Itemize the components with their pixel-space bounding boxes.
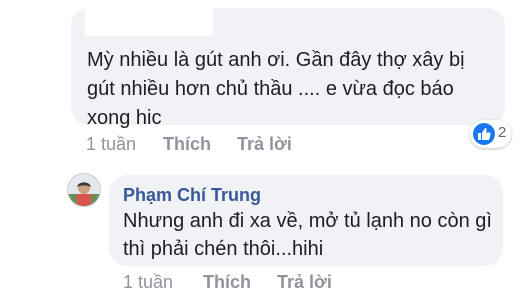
reaction-summary[interactable]: 2 bbox=[470, 120, 511, 148]
avatar-image bbox=[68, 174, 100, 206]
comment-timestamp[interactable]: 1 tuần bbox=[123, 272, 173, 293]
like-button[interactable]: Thích bbox=[203, 272, 251, 293]
comment-timestamp[interactable]: 1 tuần bbox=[86, 134, 136, 155]
comment-author[interactable]: Phạm Chí Trung bbox=[123, 185, 261, 206]
like-icon bbox=[473, 123, 495, 145]
comment-bubble: Mỳ nhiều là gút anh ơi. Gần đây thợ xây … bbox=[71, 8, 505, 129]
comment-bubble: Phạm Chí Trung Nhưng anh đi xa về, mở tủ… bbox=[109, 175, 503, 266]
comment-text: Nhưng anh đi xa về, mở tủ lạnh no còn gì… bbox=[123, 210, 492, 260]
reply-button[interactable]: Trả lời bbox=[237, 134, 292, 155]
reply-button[interactable]: Trả lời bbox=[277, 272, 332, 293]
reaction-count: 2 bbox=[498, 124, 507, 141]
avatar[interactable] bbox=[67, 173, 101, 207]
redacted-author-name bbox=[85, 8, 213, 36]
comment-text: Mỳ nhiều là gút anh ơi. Gần đây thợ xây … bbox=[87, 49, 465, 129]
like-button[interactable]: Thích bbox=[163, 134, 211, 155]
